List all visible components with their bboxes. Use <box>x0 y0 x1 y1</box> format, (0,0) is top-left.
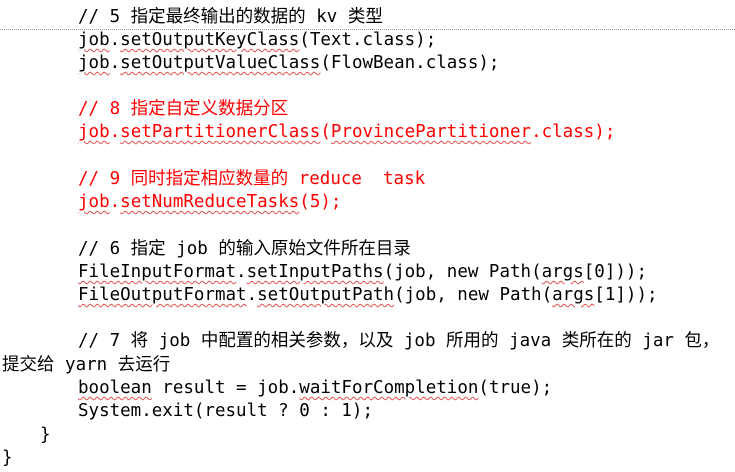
code-token-dot: . <box>109 192 121 212</box>
code-token-class: FileOutputFormat <box>78 285 247 305</box>
comment-step-6: // 6 指定 job 的输入原始文件所在目录 <box>78 239 411 259</box>
code-token-method: setOutputKeyClass <box>120 30 300 50</box>
code-token-method: setNumReduceTasks <box>120 192 300 212</box>
comment-step-5: // 5 指定最终输出的数据的 kv 类型 <box>78 7 383 27</box>
code-token-dot: . <box>246 285 258 305</box>
code-token-job: job <box>78 53 110 73</box>
code-token-method: setOutputValueClass <box>120 53 321 73</box>
code-token-method: setOutputPath <box>257 285 395 305</box>
code-token-job: job <box>78 30 110 50</box>
code-token-mid: (job, new Path( <box>383 262 542 282</box>
code-token-class: FileInputFormat <box>78 262 237 282</box>
code-token-job: job <box>78 122 110 142</box>
closing-brace-method: } <box>40 425 51 445</box>
code-token-args: (FlowBean.class); <box>320 53 500 73</box>
code-token-args: (Text.class); <box>299 30 437 50</box>
code-token-dot: . <box>109 30 121 50</box>
code-token-mid: (job, new Path( <box>394 285 553 305</box>
code-line-set-output-path: FileOutputFormat.setOutputPath(job, new … <box>78 284 658 307</box>
code-token-args: args <box>552 285 595 305</box>
code-line-set-output-value-class: job.setOutputValueClass(FlowBean.class); <box>78 52 499 75</box>
comment-step-7: // 7 将 job 中配置的相关参数，以及 job 所用的 java 类所在的… <box>78 331 720 351</box>
code-token-method: waitForCompletion <box>299 378 479 398</box>
code-document: // 5 指定最终输出的数据的 kv 类型 job.setOutputKeyCl… <box>0 0 735 472</box>
code-token-dot: . <box>236 262 247 282</box>
code-token-dot: . <box>109 53 121 73</box>
code-token-tail: [0])); <box>583 262 647 282</box>
code-token-dot: . <box>109 122 121 142</box>
code-token-type: boolean <box>78 378 152 398</box>
code-token-method: setPartitionerClass <box>120 122 321 142</box>
code-token-args: args <box>541 262 584 282</box>
code-token-paren: ( <box>320 122 331 142</box>
code-token-job: job <box>78 192 110 212</box>
comment-step-7-continued: 提交给 yarn 去运行 <box>2 355 171 375</box>
code-line-system-exit: System.exit(result ? 0 : 1); <box>78 401 374 421</box>
code-line-set-num-reduce-tasks: job.setNumReduceTasks(5); <box>78 191 341 214</box>
code-token-method: setInputPaths <box>246 262 384 282</box>
code-token-tail: [1])); <box>594 285 658 305</box>
code-token-args: (true); <box>478 378 553 398</box>
closing-brace-class: } <box>2 448 13 468</box>
code-line-set-input-paths: FileInputFormat.setInputPaths(job, new P… <box>78 261 647 284</box>
code-line-wait-for-completion: boolean result = job.waitForCompletion(t… <box>78 377 552 400</box>
code-token-partitioner-class: ProvincePartitioner <box>330 122 532 142</box>
comment-step-8: // 8 指定自定义数据分区 <box>78 99 289 119</box>
code-line-set-partitioner-class: job.setPartitionerClass(ProvincePartitio… <box>78 121 615 144</box>
code-line-set-output-key-class: job.setOutputKeyClass(Text.class); <box>78 29 436 52</box>
code-token-mid: result = job. <box>151 378 300 398</box>
comment-step-9: // 9 同时指定相应数量的 reduce task <box>78 169 426 189</box>
code-token-args: .class); <box>531 122 616 142</box>
code-token-args: (5); <box>299 192 342 212</box>
